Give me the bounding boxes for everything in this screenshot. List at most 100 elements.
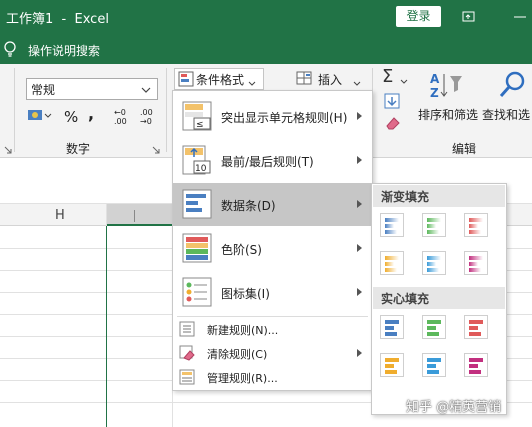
menu-item-icon-sets[interactable]: 图标集(I) <box>173 271 372 314</box>
svg-text:.00: .00 <box>114 117 127 126</box>
column-header-selected[interactable] <box>106 204 172 226</box>
tell-me-bar: 操作说明搜索 <box>0 34 532 64</box>
chevron-down-icon[interactable] <box>140 84 152 98</box>
gradient-databar-swatch[interactable] <box>464 213 488 237</box>
fill-down-icon[interactable] <box>384 93 400 112</box>
databar-swatch-bar <box>385 358 399 362</box>
edit-group-label: 编辑 <box>452 142 477 156</box>
minimize-icon[interactable] <box>510 7 530 27</box>
databar-swatch-bar <box>385 332 397 336</box>
decrease-decimal-icon[interactable]: .00 →0 <box>140 106 160 129</box>
menu-item-color-scales[interactable]: 色阶(S) <box>173 227 372 270</box>
sort-filter-icon[interactable]: AZ <box>428 70 464 103</box>
color-scales-icon <box>182 233 212 266</box>
chevron-down-icon[interactable] <box>400 74 408 88</box>
solid-databar-swatch[interactable] <box>380 353 404 377</box>
percent-style-button[interactable]: % <box>64 108 78 126</box>
accounting-format-icon[interactable] <box>26 106 52 129</box>
databar-swatch-bar <box>469 358 483 362</box>
databar-swatch-bar <box>385 326 394 330</box>
menu-item-highlight-rules[interactable]: ≤ 突出显示单元格规则(H) <box>173 95 372 138</box>
databar-swatch-bar <box>427 256 441 260</box>
svg-text:→0: →0 <box>140 117 152 126</box>
databar-swatch-bar <box>385 262 394 266</box>
menu-item-new-rule[interactable]: 新建规则(N)... <box>173 317 372 341</box>
submenu-arrow-icon <box>357 112 362 120</box>
solid-databar-swatch[interactable] <box>464 353 488 377</box>
clear-eraser-icon[interactable] <box>384 115 402 134</box>
databar-swatch-bar <box>385 230 397 234</box>
solid-databar-swatch[interactable] <box>380 315 404 339</box>
databar-swatch-bar <box>427 320 441 324</box>
gradient-databar-swatch[interactable] <box>380 251 404 275</box>
menu-item-manage-rules[interactable]: 管理规则(R)... <box>173 365 372 389</box>
gradient-databar-swatch[interactable] <box>380 213 404 237</box>
submenu-arrow-icon <box>357 156 362 164</box>
number-group-label: 数字 <box>66 142 91 156</box>
svg-text:≤: ≤ <box>196 120 204 130</box>
selection-border <box>106 226 107 427</box>
login-button[interactable]: 登录 <box>396 6 441 27</box>
manage-rules-icon <box>179 369 195 388</box>
databar-swatch-bar <box>469 326 478 330</box>
gradient-fill-header: 渐变填充 <box>373 185 505 207</box>
menu-item-label: 最前/最后规则(T) <box>221 155 314 169</box>
new-rule-icon <box>179 321 195 340</box>
databar-swatch-bar <box>385 320 399 324</box>
databar-swatch-bar <box>469 370 481 374</box>
databar-swatch-bar <box>469 218 483 222</box>
databar-swatch-bar <box>469 224 478 228</box>
highlight-cells-icon: ≤ <box>182 101 212 134</box>
lightbulb-icon <box>2 40 18 61</box>
comma-style-button[interactable]: , <box>88 104 94 123</box>
menu-item-clear-rules[interactable]: 清除规则(C) <box>173 341 372 365</box>
ribbon-display-options-icon[interactable] <box>459 7 479 27</box>
databar-swatch-bar <box>427 230 439 234</box>
dialog-launcher-icon[interactable] <box>152 143 160 157</box>
menu-item-label: 图标集(I) <box>221 287 270 301</box>
tell-me-search[interactable]: 操作说明搜索 <box>28 42 100 59</box>
solid-databar-swatch[interactable] <box>422 353 446 377</box>
gradient-databar-swatch[interactable] <box>422 251 446 275</box>
sort-filter-button[interactable]: 排序和筛选 <box>418 106 478 123</box>
databar-swatch-bar <box>427 262 436 266</box>
databar-swatch-bar <box>427 332 439 336</box>
find-magnifier-icon[interactable] <box>497 70 527 103</box>
clear-rules-icon <box>179 345 195 364</box>
menu-item-label: 管理规则(R)... <box>207 372 278 385</box>
databar-swatch-bar <box>427 218 441 222</box>
svg-text:10: 10 <box>195 164 207 174</box>
solid-databar-swatch[interactable] <box>464 315 488 339</box>
title-bar: 工作簿1 - Excel 登录 <box>0 0 532 34</box>
gradient-databar-swatch[interactable] <box>464 251 488 275</box>
databar-swatch-bar <box>427 224 436 228</box>
column-divider-mark <box>134 210 135 222</box>
menu-item-data-bars[interactable]: 数据条(D) <box>173 183 372 226</box>
chevron-down-icon[interactable] <box>353 76 361 90</box>
insert-cells-icon[interactable] <box>296 70 314 89</box>
number-format-select[interactable]: 常规 <box>26 78 158 100</box>
submenu-arrow-icon <box>357 349 362 357</box>
gradient-databar-swatch[interactable] <box>422 213 446 237</box>
ribbon-divider <box>14 68 15 152</box>
data-bars-icon <box>182 189 212 222</box>
find-select-button[interactable]: 查找和选 <box>482 106 530 123</box>
databar-swatch-bar <box>385 364 394 368</box>
databar-swatch-bar <box>427 326 436 330</box>
insert-cells-button[interactable]: 插入 <box>318 71 342 88</box>
menu-item-top-bottom-rules[interactable]: 10 最前/最后规则(T) <box>173 139 372 182</box>
icon-sets-icon <box>182 277 212 310</box>
column-header-h[interactable]: H <box>55 208 65 223</box>
chevron-down-icon <box>248 76 256 90</box>
conditional-format-icon <box>178 71 194 90</box>
databar-swatch-bar <box>469 230 481 234</box>
databar-swatch-bar <box>427 268 439 272</box>
dialog-launcher-icon[interactable] <box>4 143 12 157</box>
solid-databar-swatch[interactable] <box>422 315 446 339</box>
submenu-arrow-icon <box>357 200 362 208</box>
increase-decimal-icon[interactable]: ←0.00 <box>114 106 134 129</box>
menu-item-label: 色阶(S) <box>221 243 262 257</box>
svg-text:.00: .00 <box>140 108 153 117</box>
databar-swatch-bar <box>469 364 478 368</box>
autosum-button[interactable]: Σ <box>382 66 393 87</box>
